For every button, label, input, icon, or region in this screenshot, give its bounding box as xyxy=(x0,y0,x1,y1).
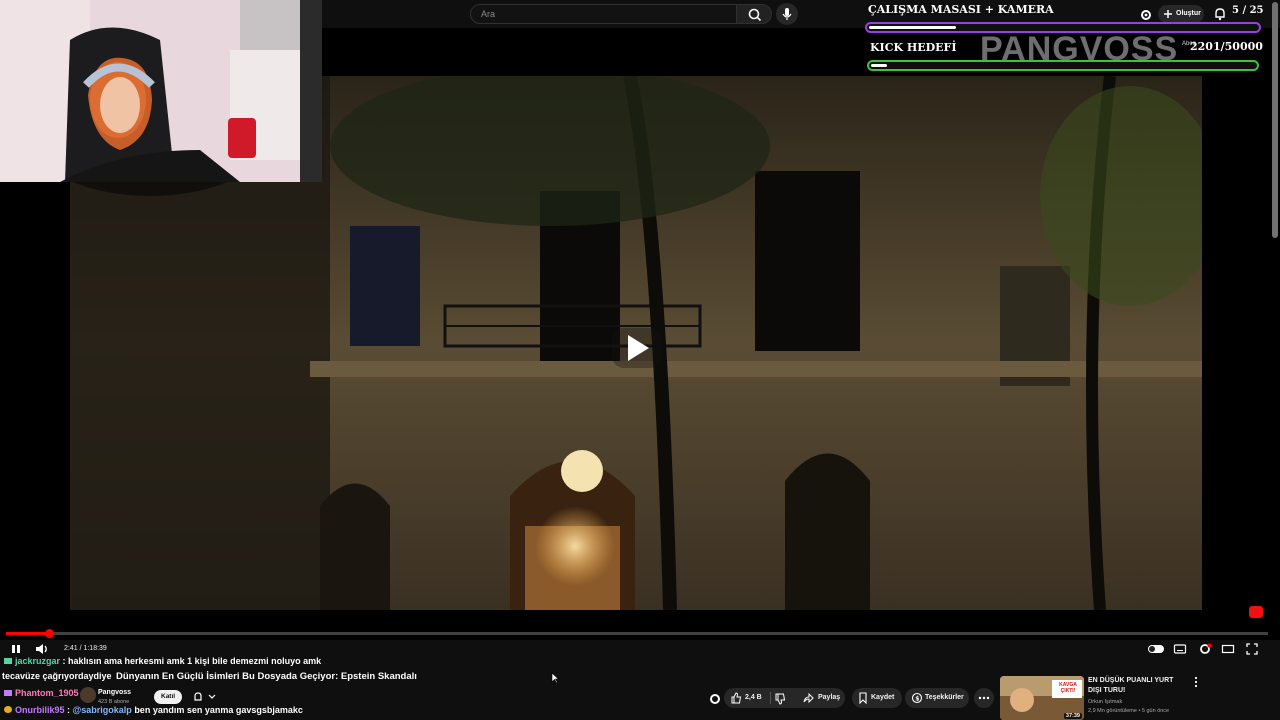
chat-badge-icon xyxy=(4,706,12,713)
search-icon xyxy=(748,8,762,22)
subtitles-icon[interactable] xyxy=(1173,641,1187,657)
recommended-meta: 2,9 Mn görüntüleme • 5 gün önce xyxy=(1088,708,1170,714)
goal2-progress-fill xyxy=(871,64,887,67)
join-label: Katıl xyxy=(161,693,176,700)
thanks-button[interactable]: $ Teşekkürler xyxy=(905,688,969,708)
more-vertical-icon[interactable] xyxy=(1193,676,1199,688)
microphone-icon xyxy=(782,8,792,20)
shorts-remix-icon[interactable] xyxy=(708,692,722,706)
settings-gear-icon[interactable] xyxy=(1198,641,1212,657)
dislike-icon[interactable] xyxy=(774,693,786,705)
chat-mention: @sabrigokalp xyxy=(72,705,132,715)
channel-name[interactable]: Pangvoss xyxy=(98,689,131,696)
recommended-thumbnail[interactable]: KAVGA ÇIKTI! 37:39 xyxy=(1000,676,1084,720)
like-divider xyxy=(770,692,771,704)
chat-message: tecavüze çağrıyordaydiye xyxy=(2,671,112,681)
video-duration: 37:39 xyxy=(1063,713,1082,719)
share-label: Paylaş xyxy=(818,694,841,701)
save-button[interactable]: Kaydet xyxy=(852,688,902,708)
time-display: 2:41 / 1:18:39 xyxy=(64,645,107,652)
like-icon[interactable] xyxy=(730,692,742,704)
goal1-title: ÇALIŞMA MASASI + KAMERA xyxy=(868,3,1054,16)
progress-scrubber[interactable] xyxy=(44,629,54,638)
plus-icon xyxy=(1164,10,1172,18)
search-input[interactable]: Ara xyxy=(470,4,762,24)
subscribe-bell-icon[interactable] xyxy=(192,691,218,703)
video-title: Dünyanın En Güçlü İsimleri Bu Dosyada Ge… xyxy=(116,671,417,682)
notification-counter: 5 / 25 xyxy=(1232,5,1264,16)
join-button[interactable]: Katıl xyxy=(154,690,182,704)
chat-text: : xyxy=(64,705,73,715)
volume-icon[interactable] xyxy=(34,641,50,657)
chat-message: Onurbilik95 : @sabrigokalp ben yandım se… xyxy=(4,705,303,715)
chat-badge-icon xyxy=(4,658,12,664)
more-horizontal-icon xyxy=(978,696,990,700)
bookmark-icon xyxy=(859,692,867,704)
page-scrollbar-thumb[interactable] xyxy=(1272,2,1278,238)
chat-username: Onurbilik95 xyxy=(15,705,65,715)
create-label: Oluştur xyxy=(1176,10,1201,17)
search-button[interactable] xyxy=(736,4,772,24)
channel-avatar[interactable] xyxy=(80,687,96,703)
chat-message: jackruzgar : haklısın ama herkesmi amk 1… xyxy=(4,656,321,666)
theater-mode-icon[interactable] xyxy=(1221,641,1235,657)
autoplay-toggle-knob xyxy=(1149,646,1155,652)
goal2-title: KICK HEDEFİ xyxy=(870,41,957,54)
webcam-overlay xyxy=(0,0,322,182)
fullscreen-icon[interactable] xyxy=(1245,641,1259,657)
goal2-counter: 2201/50000 xyxy=(1190,40,1263,53)
chat-username: jackruzgar xyxy=(15,656,61,666)
youtube-logo-icon xyxy=(1249,606,1263,618)
progress-played xyxy=(6,632,49,635)
streamer-webcam-image xyxy=(0,0,322,182)
chat-message: Phantom_1905 : ? xyxy=(4,688,92,698)
chat-text: : haklısın ama herkesmi amk 1 kişi bile … xyxy=(60,656,322,666)
play-overlay-button[interactable] xyxy=(612,328,662,368)
goal2-progress-bar xyxy=(867,60,1259,71)
bell-icon[interactable] xyxy=(1214,7,1226,21)
voice-search-button[interactable] xyxy=(776,3,798,25)
search-placeholder: Ara xyxy=(481,9,496,19)
share-button[interactable]: Paylaş xyxy=(797,688,845,708)
autoplay-toggle[interactable] xyxy=(1148,645,1164,653)
gear-icon[interactable] xyxy=(1139,8,1153,22)
recommended-title[interactable]: EN DÜŞÜK PUANLI YURT DIŞI TURU! xyxy=(1088,676,1188,696)
create-button[interactable]: Oluştur xyxy=(1158,5,1204,23)
recommended-channel: Orkun Işıtmak xyxy=(1088,699,1123,705)
like-count: 2,4 B xyxy=(745,694,762,701)
thanks-icon: $ xyxy=(911,692,923,704)
save-label: Kaydet xyxy=(871,694,895,701)
thumbnail-text: KAVGA ÇIKTI! xyxy=(1059,682,1077,694)
chat-text: ben yandım sen yanma gavsgsbjamakc xyxy=(131,705,303,715)
progress-bar[interactable] xyxy=(6,629,1268,638)
thanks-label: Teşekkürler xyxy=(925,694,964,701)
chat-badge-icon xyxy=(4,690,12,696)
svg-text:$: $ xyxy=(915,695,919,702)
mouse-cursor-icon xyxy=(551,672,559,684)
pause-icon[interactable] xyxy=(10,641,22,657)
play-icon xyxy=(628,335,649,361)
share-icon xyxy=(803,693,814,703)
chat-text: tecavüze çağrıyordaydiye xyxy=(2,671,112,681)
chat-username: Phantom_1905 xyxy=(15,688,79,698)
more-actions-button[interactable] xyxy=(974,688,994,708)
goal1-progress-fill xyxy=(869,26,957,29)
